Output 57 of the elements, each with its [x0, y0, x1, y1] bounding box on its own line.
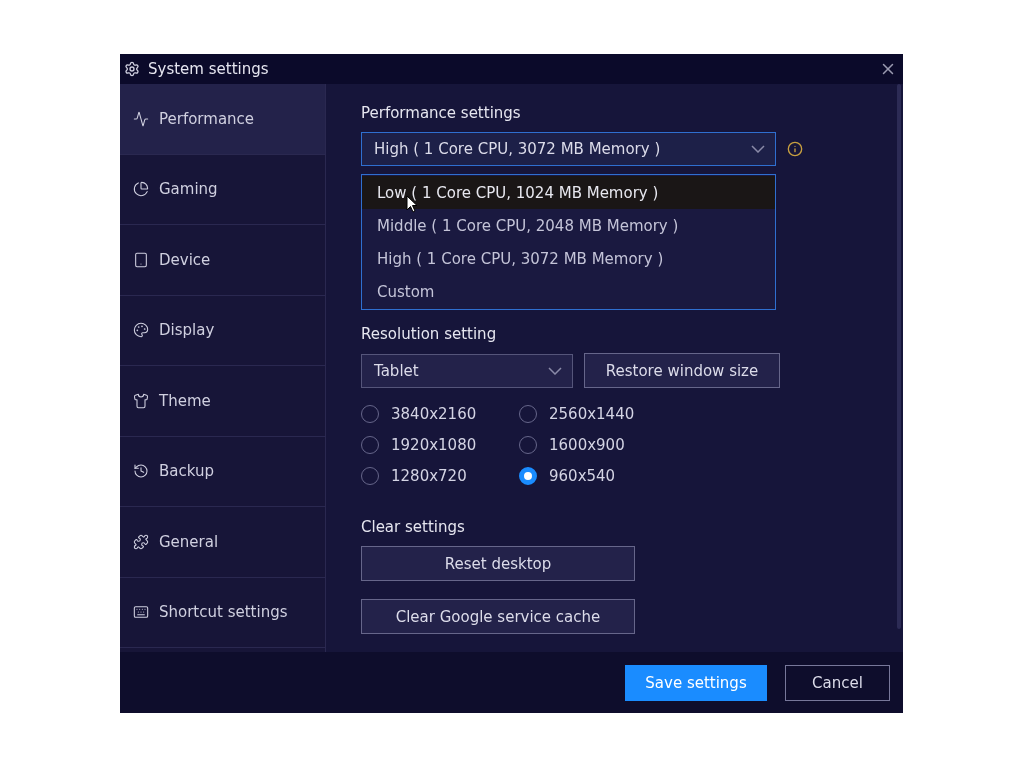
resolution-dropdown[interactable]: Tablet [361, 353, 573, 388]
sidebar-label: Shortcut settings [159, 603, 288, 622]
dropdown-value: Tablet [374, 361, 419, 380]
clear-button[interactable]: Clear Google service cache [361, 599, 635, 634]
window-title: System settings [148, 60, 270, 78]
restore-button[interactable]: Restore window size [584, 353, 780, 389]
radio-label: 1280x720 [391, 467, 467, 486]
chevron-icon [548, 366, 562, 375]
section-heading: Performance settings [361, 104, 522, 122]
dropdown-option[interactable]: Custom [362, 275, 775, 308]
sidebar-item[interactable]: Device [120, 225, 325, 296]
puzzle-icon [133, 533, 149, 550]
clear-button[interactable]: Reset desktop [361, 546, 635, 581]
pie-icon [133, 181, 149, 198]
sidebar-item[interactable]: Performance [120, 84, 325, 155]
pulse-icon [133, 110, 149, 127]
cancel-button[interactable]: Cancel [785, 664, 890, 701]
sidebar-label: Display [159, 321, 215, 340]
radio-label: 3840x2160 [391, 405, 477, 424]
settings-icon [124, 61, 140, 77]
history-icon [133, 463, 149, 480]
dropdown-option[interactable]: High ( 1 Core CPU, 3072 MB Memory ) [362, 242, 775, 275]
sidebar-label: General [159, 532, 219, 551]
sidebar-item[interactable]: Gaming [120, 154, 325, 225]
sidebar-label: Performance [159, 109, 255, 128]
keyboard-icon [133, 604, 149, 621]
section-heading: Resolution setting [361, 325, 498, 344]
sidebar-label: Gaming [159, 180, 218, 199]
resolution-radio[interactable]: 1600x900 [519, 436, 625, 455]
sidebar-label: Device [159, 250, 211, 269]
info-icon[interactable] [787, 141, 803, 157]
resolution-radio[interactable]: 3840x2160 [361, 405, 477, 424]
radio-label: 2560x1440 [549, 405, 635, 424]
sidebar-item[interactable]: Theme [120, 366, 325, 437]
section-heading: Clear settings [361, 518, 466, 536]
radio-circle[interactable] [519, 467, 537, 486]
resolution-radio[interactable]: 1280x720 [361, 467, 467, 486]
sidebar-label: Theme [159, 391, 211, 410]
resolution-radio[interactable]: 2560x1440 [519, 405, 635, 424]
palette-icon [133, 322, 149, 339]
sidebar-item[interactable]: General [120, 507, 325, 578]
sidebar-item[interactable]: Display [120, 295, 325, 366]
dropdown-value: High ( 1 Core CPU, 3072 MB Memory ) [374, 140, 661, 158]
resolution-radio[interactable]: 1920x1080 [361, 436, 477, 455]
sidebar-label: Backup [159, 462, 214, 481]
tablet-icon [133, 251, 149, 268]
performance-dropdown[interactable]: High ( 1 Core CPU, 3072 MB Memory ) [361, 132, 776, 166]
dropdown-option[interactable]: Low ( 1 Core CPU, 1024 MB Memory ) [362, 176, 775, 209]
sidebar-item[interactable]: Backup [120, 436, 325, 507]
chevron-icon [751, 145, 765, 153]
resolution-radio[interactable]: 960x540 [519, 467, 616, 486]
radio-label: 1600x900 [549, 436, 625, 455]
radio-label: 960x540 [549, 467, 616, 486]
radio-label: 1920x1080 [391, 436, 477, 455]
dropdown-option[interactable]: Middle ( 1 Core CPU, 2048 MB Memory ) [362, 209, 775, 242]
sidebar-item[interactable]: Shortcut settings [120, 577, 325, 648]
shirt-icon [133, 392, 149, 409]
